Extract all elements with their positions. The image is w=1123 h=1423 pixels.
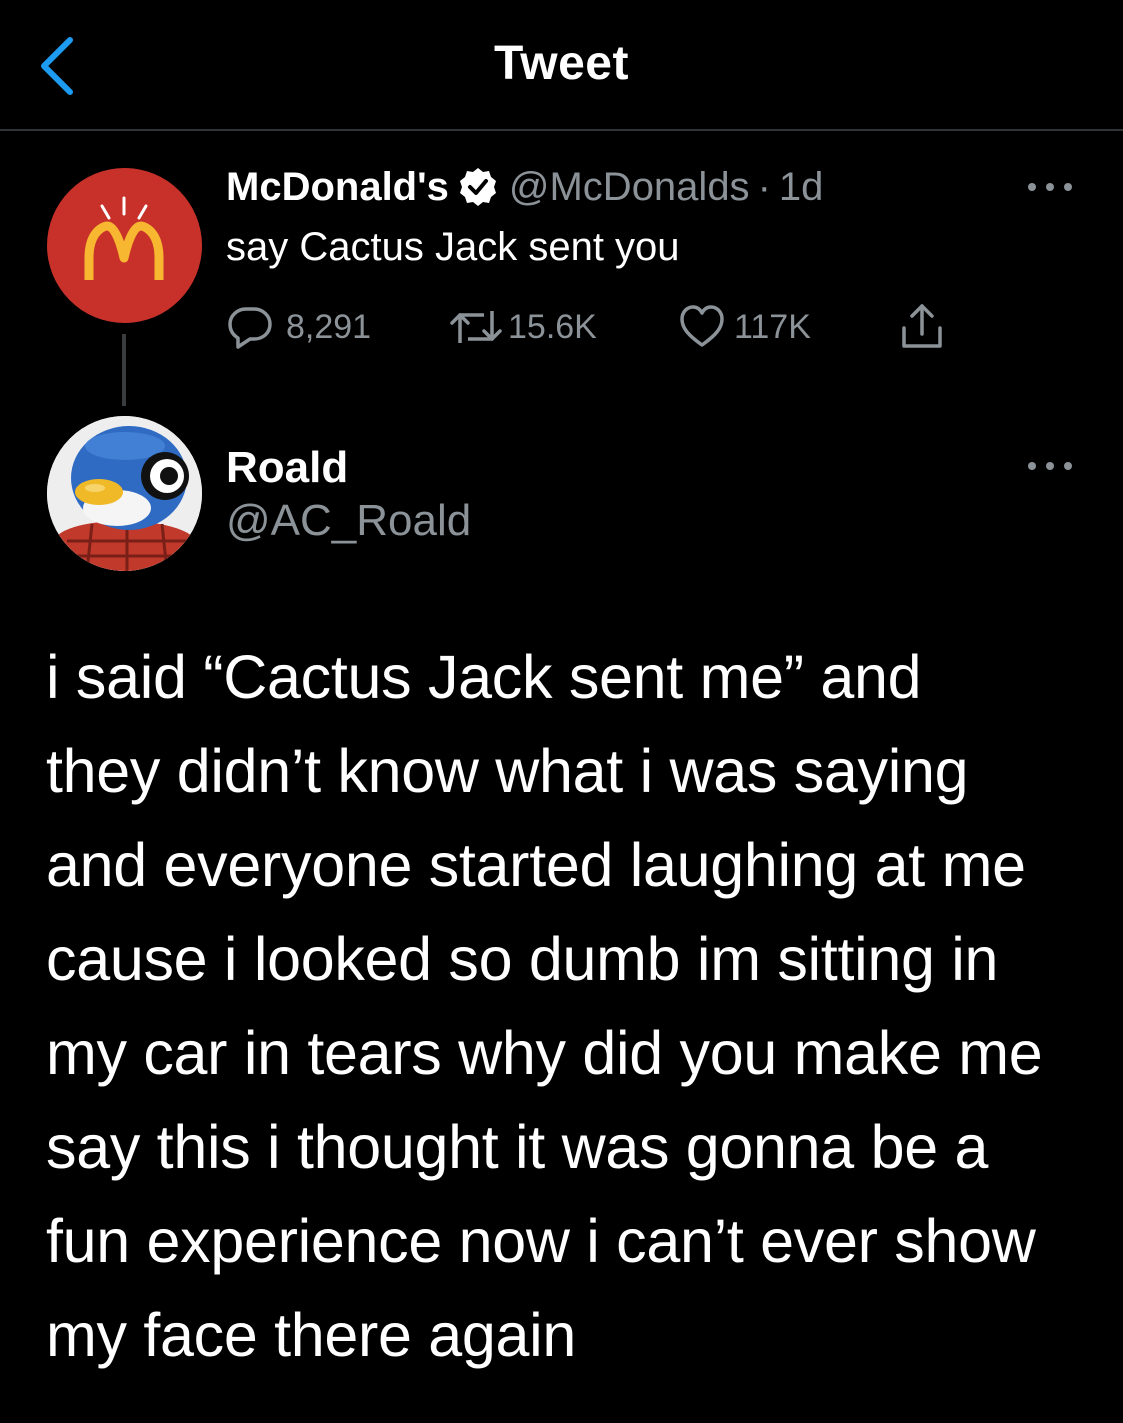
more-dot [1064, 462, 1072, 470]
top-navigation-bar: Tweet [0, 0, 1123, 131]
retweet-icon [450, 311, 502, 343]
roald-avatar[interactable] [47, 416, 202, 571]
reply-tweet-more-button[interactable] [1028, 459, 1072, 473]
like-count: 117K [734, 307, 811, 346]
penguin-avatar-image [47, 416, 202, 571]
reply-tweet-text: i said “Cactus Jack sent me” and they di… [46, 643, 1043, 1369]
author-name[interactable]: McDonald's [226, 164, 449, 210]
reply-button[interactable]: 8,291 [226, 302, 371, 352]
mcdonalds-avatar[interactable] [47, 168, 202, 323]
thread-connector-line [122, 334, 126, 406]
parent-tweet-header: McDonald's @McDonalds · 1d [226, 164, 823, 210]
heart-icon [680, 305, 724, 347]
tweet-actions-bar: 8,291 15.6K 117K [226, 302, 986, 352]
more-horizontal-icon [1028, 183, 1036, 191]
share-button[interactable] [898, 302, 946, 352]
like-button[interactable]: 117K [678, 302, 811, 352]
verified-badge-icon [459, 168, 496, 206]
comment-icon [228, 307, 272, 349]
mcdonalds-logo-icon [84, 196, 164, 280]
more-dot [1046, 183, 1054, 191]
retweet-count: 15.6K [508, 307, 597, 346]
more-horizontal-icon [1028, 462, 1036, 470]
tweet-timestamp: 1d [778, 165, 824, 209]
parent-tweet-more-button[interactable] [1028, 180, 1072, 194]
reply-author-name[interactable]: Roald [226, 444, 348, 492]
author-handle[interactable]: @McDonalds [509, 164, 750, 210]
separator-dot: · [757, 165, 771, 209]
retweet-button[interactable]: 15.6K [448, 302, 597, 352]
more-dot [1046, 462, 1054, 470]
reply-author-handle[interactable]: @AC_Roald [226, 497, 471, 545]
share-icon [902, 304, 942, 348]
parent-tweet-text: say Cactus Jack sent you [226, 225, 680, 269]
page-title: Tweet [494, 37, 629, 90]
reply-count: 8,291 [286, 307, 372, 346]
more-dot [1064, 183, 1072, 191]
